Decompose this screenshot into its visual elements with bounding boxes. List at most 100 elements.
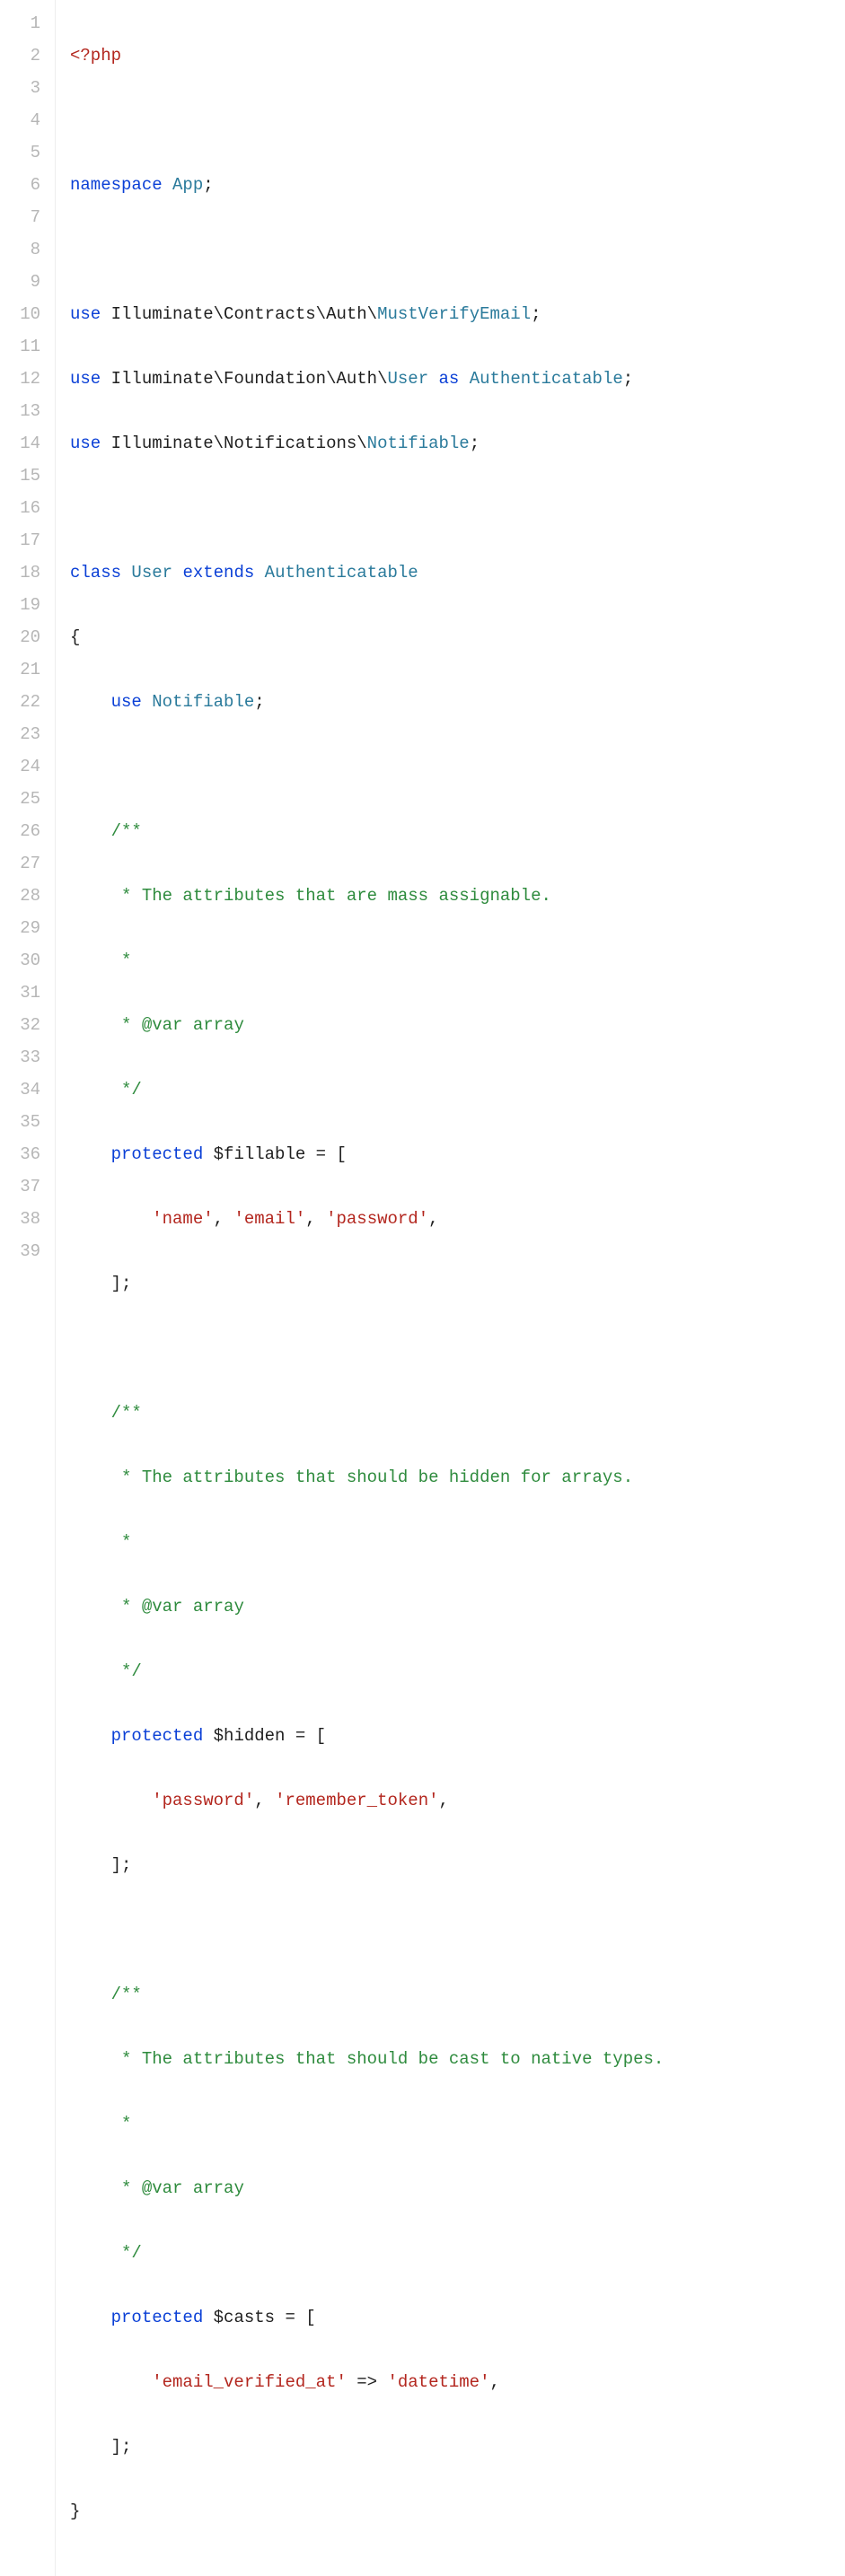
trait-name: Notifiable <box>152 692 254 712</box>
docblock-line: * The attributes that should be cast to … <box>111 2049 665 2069</box>
code-line: * @var array <box>70 1590 664 1623</box>
code-line <box>70 492 664 524</box>
code-line: ]; <box>70 1849 664 1881</box>
code-line: <?php <box>70 39 664 72</box>
use-path: Illuminate\Foundation\Auth\ <box>111 369 388 389</box>
namespace-name: App <box>172 175 203 195</box>
code-line <box>70 104 664 136</box>
line-number: 2 <box>0 39 55 72</box>
code-line: * The attributes that should be hidden f… <box>70 1461 664 1494</box>
keyword-use: use <box>70 304 101 324</box>
docblock-open: /** <box>111 1403 142 1423</box>
keyword-use: use <box>70 369 101 389</box>
code-line: /** <box>70 1978 664 2011</box>
assign-open: = [ <box>285 1726 326 1746</box>
line-number: 27 <box>0 847 55 880</box>
line-number: 8 <box>0 233 55 266</box>
docblock-line: * <box>111 1597 142 1617</box>
code-line <box>70 233 664 266</box>
php-open-tag: <?php <box>70 46 121 66</box>
code-line: ]; <box>70 2431 664 2463</box>
line-number: 39 <box>0 1235 55 1267</box>
code-line: use Notifiable; <box>70 686 664 718</box>
docblock-tag: @var <box>142 1597 183 1617</box>
code-line: /** <box>70 815 664 847</box>
keyword-use: use <box>111 692 142 712</box>
line-number: 33 <box>0 1041 55 1073</box>
keyword-extends: extends <box>182 563 254 583</box>
code-line: * The attributes that should be cast to … <box>70 2043 664 2075</box>
docblock-close: */ <box>111 2243 142 2263</box>
docblock-line: * <box>111 951 132 970</box>
brace-close: } <box>70 2502 80 2521</box>
code-line: */ <box>70 2237 664 2269</box>
code-line: * <box>70 1526 664 1558</box>
line-number: 13 <box>0 395 55 427</box>
use-path: Illuminate\Notifications\ <box>111 434 367 453</box>
line-number: 35 <box>0 1106 55 1138</box>
keyword-class: class <box>70 563 121 583</box>
class-name: User <box>131 563 172 583</box>
docblock-open: /** <box>111 1985 142 2004</box>
code-line: } <box>70 2495 664 2528</box>
line-number: 14 <box>0 427 55 460</box>
arrow: => <box>347 2372 388 2392</box>
string: 'datetime' <box>387 2372 489 2392</box>
line-number: 20 <box>0 621 55 653</box>
code-line: * @var array <box>70 1009 664 1041</box>
assign-open: = [ <box>275 2308 316 2327</box>
keyword-protected: protected <box>111 1144 204 1164</box>
line-number: 10 <box>0 298 55 330</box>
string: 'email' <box>233 1209 305 1229</box>
code-line: * <box>70 2107 664 2140</box>
line-number: 4 <box>0 104 55 136</box>
docblock-line: * <box>111 2178 142 2198</box>
line-number: 15 <box>0 460 55 492</box>
line-number: 34 <box>0 1073 55 1106</box>
docblock-close: */ <box>111 1661 142 1681</box>
line-number: 5 <box>0 136 55 169</box>
keyword-namespace: namespace <box>70 175 163 195</box>
line-number: 19 <box>0 589 55 621</box>
code-line <box>70 750 664 783</box>
line-number: 23 <box>0 718 55 750</box>
close-array: ]; <box>111 1855 132 1875</box>
code-area: <?php namespace App; use Illuminate\Cont… <box>56 0 664 2576</box>
code-line: /** <box>70 1397 664 1429</box>
code-line: protected $fillable = [ <box>70 1138 664 1170</box>
string: 'email_verified_at' <box>152 2372 347 2392</box>
line-number-gutter: 1234567891011121314151617181920212223242… <box>0 0 56 2576</box>
docblock-type: array <box>182 1015 243 1035</box>
close-array: ]; <box>111 2437 132 2457</box>
variable: $fillable <box>214 1144 306 1164</box>
code-line: * The attributes that are mass assignabl… <box>70 880 664 912</box>
string: 'password' <box>152 1791 254 1810</box>
semicolon: ; <box>203 175 213 195</box>
docblock-type: array <box>182 1597 243 1617</box>
assign-open: = [ <box>305 1144 347 1164</box>
line-number: 31 <box>0 977 55 1009</box>
keyword-protected: protected <box>111 2308 204 2327</box>
docblock-line: * The attributes that should be hidden f… <box>111 1468 634 1487</box>
code-line: use Illuminate\Foundation\Auth\User as A… <box>70 363 664 395</box>
docblock-tag: @var <box>142 1015 183 1035</box>
docblock-type: array <box>182 2178 243 2198</box>
class-name: Notifiable <box>367 434 470 453</box>
docblock-open: /** <box>111 821 142 841</box>
use-path: Illuminate\Contracts\Auth\ <box>111 304 377 324</box>
line-number: 26 <box>0 815 55 847</box>
variable: $hidden <box>214 1726 286 1746</box>
line-number: 6 <box>0 169 55 201</box>
class-name: User <box>387 369 428 389</box>
docblock-close: */ <box>111 1080 142 1100</box>
line-number: 37 <box>0 1170 55 1203</box>
line-number: 25 <box>0 783 55 815</box>
code-line: { <box>70 621 664 653</box>
semicolon: ; <box>623 369 633 389</box>
code-line: use Illuminate\Contracts\Auth\MustVerify… <box>70 298 664 330</box>
line-number: 12 <box>0 363 55 395</box>
close-array: ]; <box>111 1274 132 1293</box>
code-line: ]; <box>70 1267 664 1300</box>
parent-class: Authenticatable <box>265 563 418 583</box>
line-number: 24 <box>0 750 55 783</box>
